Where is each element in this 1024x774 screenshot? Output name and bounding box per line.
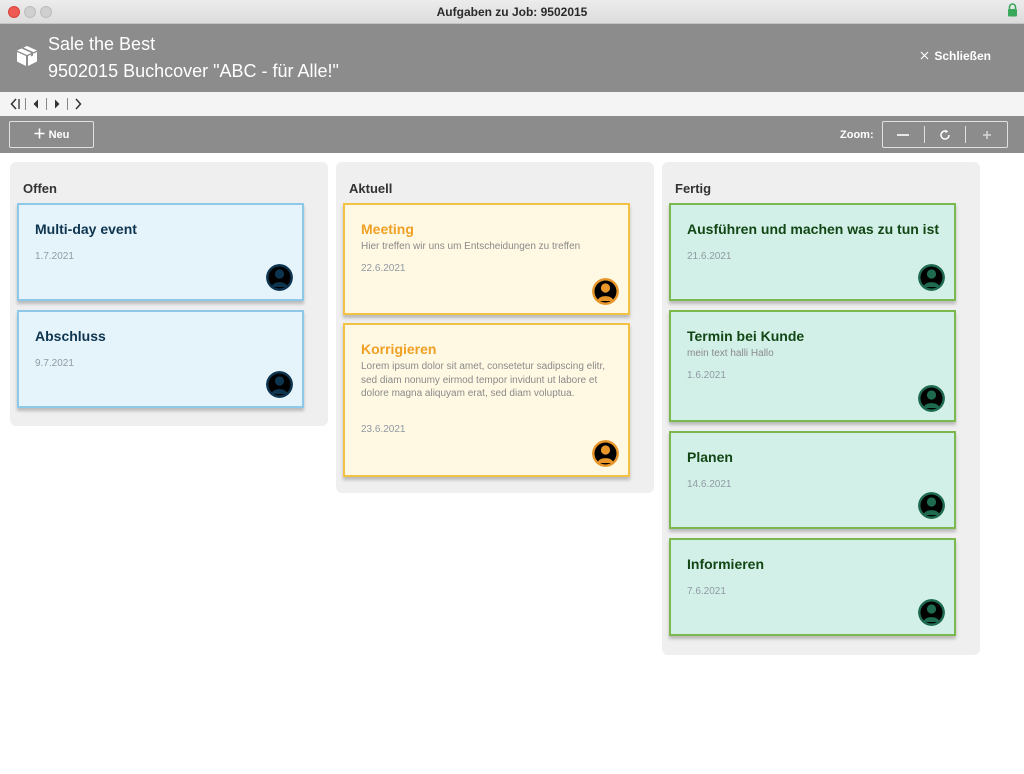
avatar-icon (266, 264, 293, 291)
last-button[interactable] (71, 96, 85, 112)
plus-icon (34, 128, 45, 142)
task-card[interactable]: Abschluss 9.7.2021 (17, 310, 304, 408)
window-title: Aufgaben zu Job: 9502015 (436, 5, 588, 19)
card-title: Meeting (361, 221, 414, 237)
card-title: Abschluss (35, 328, 106, 344)
close-button[interactable]: Schließen (920, 49, 991, 63)
card-date: 1.7.2021 (35, 251, 74, 262)
task-card[interactable]: Planen 14.6.2021 (669, 431, 956, 529)
nav-divider (46, 98, 47, 110)
last-icon (75, 98, 82, 110)
reset-icon (940, 129, 950, 140)
card-title: Korrigieren (361, 341, 437, 357)
zoom-in-icon (982, 130, 991, 139)
new-button[interactable]: Neu (9, 121, 94, 148)
zoom-in-button[interactable] (966, 122, 1007, 147)
lock-icon (1007, 3, 1018, 22)
task-card[interactable]: Meeting Hier treffen wir uns um Entschei… (343, 203, 630, 315)
first-icon (10, 98, 20, 110)
column-title: Offen (23, 181, 57, 196)
column-aktuell: Aktuell Meeting Hier treffen wir uns um … (336, 162, 654, 493)
card-date: 1.6.2021 (687, 370, 726, 381)
zoom-reset-button[interactable] (925, 122, 966, 147)
new-button-label: Neu (48, 128, 70, 141)
header-customer: Sale the Best (48, 34, 156, 54)
card-title: Termin bei Kunde (687, 328, 805, 344)
column-title: Aktuell (349, 181, 393, 196)
task-card[interactable]: Informieren 7.6.2021 (669, 538, 956, 636)
avatar-icon (592, 440, 619, 467)
zoom-controls (882, 121, 1008, 148)
card-title: Multi-day event (35, 221, 137, 237)
card-description: Lorem ipsum dolor sit amet, consetetur s… (361, 361, 605, 399)
nav-divider (67, 98, 68, 110)
card-date: 7.6.2021 (687, 586, 726, 597)
record-navigation (0, 92, 1024, 116)
job-header: Sale the Best 9502015 Buchcover "ABC - f… (0, 24, 1024, 92)
zoom-label: Zoom: (840, 129, 874, 141)
card-date: 9.7.2021 (35, 358, 74, 369)
zoom-out-button[interactable] (883, 122, 924, 147)
avatar-icon (918, 599, 945, 626)
window-title-bar: Aufgaben zu Job: 9502015 (0, 0, 1024, 24)
task-card[interactable]: Termin bei Kunde mein text halli Hallo 1… (669, 310, 956, 422)
column-offen: Offen Multi-day event 1.7.2021 Abschluss… (10, 162, 328, 426)
column-title: Fertig (675, 181, 712, 196)
avatar-icon (266, 371, 293, 398)
task-card[interactable]: Multi-day event 1.7.2021 (17, 203, 304, 301)
previous-button[interactable] (29, 96, 43, 112)
avatar-icon (918, 492, 945, 519)
card-date: 22.6.2021 (361, 263, 406, 274)
card-description: Hier treffen wir uns um Entscheidungen z… (361, 241, 581, 252)
task-card[interactable]: Korrigieren Lorem ipsum dolor sit amet, … (343, 323, 630, 477)
next-button[interactable] (50, 96, 64, 112)
close-label: Schließen (934, 49, 991, 63)
box-icon (15, 44, 39, 73)
card-date: 23.6.2021 (361, 424, 406, 435)
next-icon (55, 99, 60, 109)
zoom-out-icon (897, 133, 910, 136)
avatar-icon (918, 385, 945, 412)
card-title: Informieren (687, 556, 765, 572)
toolbar: Neu Zoom: (0, 116, 1024, 153)
card-description: mein text halli Hallo (687, 348, 774, 359)
previous-icon (33, 99, 38, 109)
header-job: 9502015 Buchcover "ABC - für Alle!" (48, 61, 339, 81)
avatar-icon (918, 264, 945, 291)
first-button[interactable] (8, 96, 22, 112)
column-fertig: Fertig Ausführen und machen was zu tun i… (662, 162, 980, 655)
card-title: Planen (687, 449, 733, 465)
close-icon (920, 49, 929, 63)
nav-divider (25, 98, 26, 110)
task-card[interactable]: Ausführen und machen was zu tun ist 21.6… (669, 203, 956, 301)
avatar-icon (592, 278, 619, 305)
card-date: 14.6.2021 (687, 479, 732, 490)
card-date: 21.6.2021 (687, 251, 732, 262)
card-title: Ausführen und machen was zu tun ist (687, 221, 939, 237)
